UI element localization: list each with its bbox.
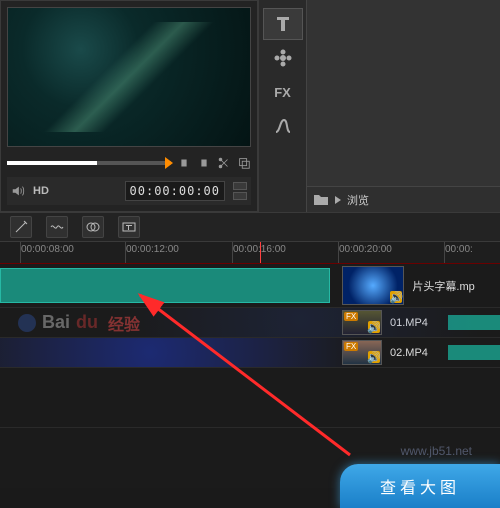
circles-icon bbox=[85, 219, 101, 235]
clip-label: 01.MP4 bbox=[386, 317, 442, 329]
preview-panel: HD 00:00:00:00 bbox=[0, 0, 258, 212]
track-2[interactable]: Baidu经验 FX 🔊 01.MP4 bbox=[0, 308, 500, 338]
track-3[interactable]: FX 🔊 02.MP4 bbox=[0, 338, 500, 368]
clip-bar[interactable] bbox=[0, 268, 330, 303]
clip-thumb[interactable]: FX 🔊 bbox=[342, 310, 382, 335]
browse-bar[interactable]: 浏览 bbox=[307, 186, 500, 212]
cta-label: 查看大图 bbox=[380, 474, 460, 498]
browse-label: 浏览 bbox=[347, 192, 369, 208]
clip-thumb[interactable]: FX 🔊 bbox=[342, 340, 382, 365]
title-card-button[interactable] bbox=[118, 216, 140, 238]
timeline-toolbar bbox=[0, 212, 500, 242]
volume-icon[interactable] bbox=[11, 184, 25, 198]
speaker-icon: 🔊 bbox=[390, 291, 402, 303]
clip-thumb[interactable]: 🔊 bbox=[342, 266, 404, 305]
view-large-button[interactable]: 查看大图 bbox=[340, 464, 500, 508]
fx-label: FX bbox=[274, 85, 291, 100]
clip-bar[interactable] bbox=[448, 345, 500, 360]
ruler-mark: 00:00:16:00 bbox=[232, 242, 286, 263]
top-area: HD 00:00:00:00 FX 浏览 bbox=[0, 0, 500, 212]
speaker-icon: 🔊 bbox=[368, 351, 380, 363]
timecode-stepper[interactable] bbox=[233, 182, 247, 200]
right-panel: 浏览 bbox=[306, 0, 500, 212]
hd-label: HD bbox=[33, 185, 49, 197]
track-empty[interactable] bbox=[0, 368, 500, 428]
object-tool-button[interactable] bbox=[263, 42, 303, 74]
tool-sidebar: FX bbox=[258, 0, 306, 212]
fx-badge: FX bbox=[344, 342, 358, 351]
path-icon bbox=[273, 116, 293, 136]
transition-button[interactable] bbox=[82, 216, 104, 238]
fx-tool-button[interactable]: FX bbox=[263, 76, 303, 108]
text-icon bbox=[273, 14, 293, 34]
timeline-ruler[interactable]: 00:00:08:00 00:00:12:00 00:00:16:00 00:00:2… bbox=[0, 242, 500, 264]
player-controls: HD 00:00:00:00 bbox=[7, 177, 251, 205]
clip-label: 片头字幕.mp bbox=[408, 278, 500, 294]
dropdown-icon bbox=[335, 196, 341, 204]
scrub-row bbox=[7, 153, 251, 173]
page-watermark: www.jb51.net bbox=[401, 444, 472, 458]
titlecard-icon bbox=[121, 219, 137, 235]
wand-button[interactable] bbox=[10, 216, 32, 238]
clip-bar[interactable] bbox=[448, 315, 500, 330]
flower-icon bbox=[273, 48, 293, 68]
mark-in-icon[interactable] bbox=[177, 156, 191, 170]
scrub-slider[interactable] bbox=[7, 161, 171, 165]
copy-icon[interactable] bbox=[237, 156, 251, 170]
wave-icon bbox=[49, 219, 65, 235]
preview-viewport[interactable] bbox=[7, 7, 251, 147]
asset-area[interactable] bbox=[307, 0, 500, 186]
ruler-mark: 00:00: bbox=[444, 242, 473, 263]
cut-icon[interactable] bbox=[217, 156, 231, 170]
ruler-mark: 00:00:08:00 bbox=[20, 242, 74, 263]
wand-icon bbox=[13, 219, 29, 235]
clip-label: 02.MP4 bbox=[386, 347, 442, 359]
mark-out-icon[interactable] bbox=[197, 156, 211, 170]
track-1[interactable]: 🔊 片头字幕.mp bbox=[0, 264, 500, 308]
audio-mix-button[interactable] bbox=[46, 216, 68, 238]
ruler-mark: 00:00:20:00 bbox=[338, 242, 392, 263]
timecode-display[interactable]: 00:00:00:00 bbox=[125, 181, 225, 201]
speaker-icon: 🔊 bbox=[368, 321, 380, 333]
text-tool-button[interactable] bbox=[263, 8, 303, 40]
path-tool-button[interactable] bbox=[263, 110, 303, 142]
ruler-mark: 00:00:12:00 bbox=[125, 242, 179, 263]
fx-badge: FX bbox=[344, 312, 358, 321]
folder-icon bbox=[313, 192, 329, 208]
